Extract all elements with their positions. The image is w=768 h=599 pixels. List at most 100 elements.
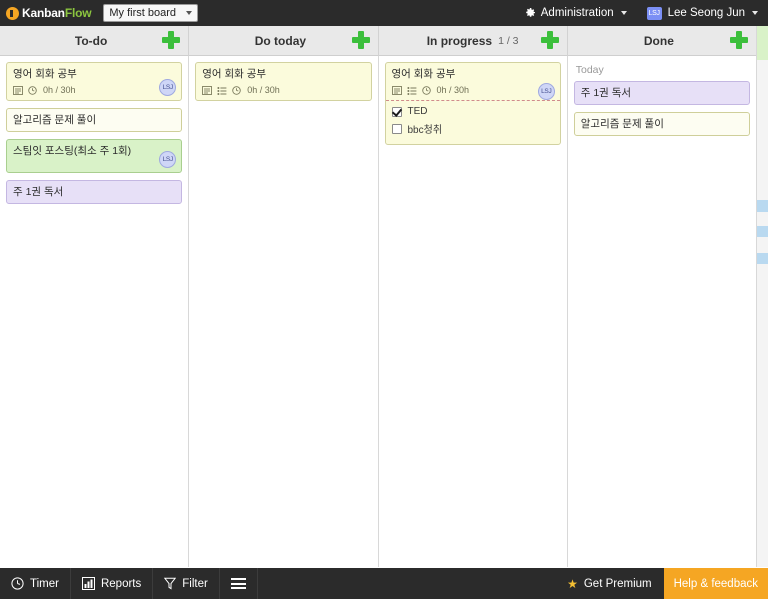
- minimap-segment: [757, 60, 768, 200]
- minimap-segment: [757, 212, 768, 226]
- card[interactable]: 영어 회화 공부 0h / 30h LSJ: [6, 62, 183, 101]
- reports-label: Reports: [100, 577, 142, 590]
- column-title: In progress: [426, 34, 493, 48]
- checkbox-checked-icon[interactable]: [391, 106, 402, 117]
- plus-icon[interactable]: [730, 31, 748, 49]
- help-feedback-label: Help & feedback: [673, 577, 758, 590]
- reports-button[interactable]: Reports: [71, 568, 154, 599]
- get-premium-button[interactable]: ★ Get Premium: [555, 568, 664, 599]
- card-time: 0h / 30h: [247, 85, 280, 95]
- plus-icon[interactable]: [351, 31, 370, 49]
- card-title: 스팀잇 포스팅(최소 주 1회): [13, 145, 132, 157]
- timer-label: Timer: [30, 577, 59, 590]
- subtask-list-icon: [217, 86, 227, 95]
- minimap-segment: [757, 26, 768, 60]
- avatar: LSJ: [537, 83, 555, 100]
- card-time: 0h / 30h: [43, 85, 76, 95]
- avatar: LSJ: [646, 6, 662, 20]
- column-do-today[interactable]: 영어 회화 공부 0h / 30h: [189, 56, 379, 567]
- funnel-icon: [164, 577, 177, 590]
- minimap-segment: [757, 226, 768, 237]
- filter-label: Filter: [182, 577, 208, 590]
- board-columns: 영어 회화 공부 0h / 30h LSJ 알고리즘 문제 풀이 스팀잇 포스팅…: [0, 56, 756, 567]
- description-icon: [13, 85, 23, 95]
- help-feedback-button[interactable]: Help & feedback: [663, 568, 768, 599]
- card[interactable]: 주 1권 독서: [573, 81, 750, 105]
- column-done[interactable]: Today 주 1권 독서 알고리즘 문제 풀이: [568, 56, 756, 567]
- column-header-todo: To-do: [0, 26, 190, 56]
- card-title: 알고리즘 문제 풀이: [580, 118, 664, 130]
- subtask-list-icon: [406, 86, 417, 95]
- column-title: To-do: [74, 34, 108, 48]
- column-header-do-today: Do today: [189, 26, 379, 56]
- card[interactable]: 스팀잇 포스팅(최소 주 1회) LSJ: [6, 139, 183, 173]
- subtask-label: TED: [407, 106, 428, 117]
- top-bar: KanbanFlow My first board Administration…: [0, 0, 768, 26]
- swimlane-label-today: Today: [575, 64, 604, 76]
- card[interactable]: 영어 회화 공부 0h / 30h: [195, 62, 372, 101]
- column-in-progress[interactable]: 영어 회화 공부 0h / 30h LSJ TED bbc청취: [379, 56, 568, 567]
- card-time: 0h / 30h: [436, 85, 470, 95]
- star-icon: ★: [567, 576, 578, 591]
- card-title: 주 1권 독서: [580, 87, 632, 99]
- card-meta: 0h / 30h: [202, 84, 364, 96]
- chevron-down-icon: [185, 11, 192, 15]
- chevron-down-icon: [620, 11, 627, 15]
- kanbanflow-app: KanbanFlow My first board Administration…: [0, 0, 768, 599]
- column-title: Done: [643, 34, 674, 48]
- board-selector[interactable]: My first board: [103, 4, 198, 22]
- card[interactable]: 알고리즘 문제 풀이: [6, 108, 183, 132]
- subtask-label: bbc청취: [407, 125, 443, 136]
- card-meta: 0h / 30h: [391, 84, 554, 96]
- card-title: 주 1권 독서: [13, 186, 64, 198]
- app-logo[interactable]: KanbanFlow: [0, 0, 99, 26]
- checkbox-unchecked-icon[interactable]: [391, 123, 402, 134]
- logo-text-part1: Kanban: [22, 6, 65, 20]
- avatar: LSJ: [159, 151, 177, 168]
- user-name: Lee Seong Jun: [667, 7, 745, 19]
- plus-icon[interactable]: [162, 31, 181, 49]
- board-column-headers: To-do Do today In progress 1 / 3 Done: [0, 26, 756, 56]
- column-count: 1 / 3: [498, 35, 519, 47]
- column-header-done: Done: [568, 26, 756, 56]
- subtask-item[interactable]: TED: [391, 106, 554, 117]
- card-divider: [385, 100, 560, 101]
- gear-icon: [524, 7, 536, 19]
- minimap-segment: [757, 253, 768, 264]
- clock-icon: [28, 85, 37, 95]
- description-icon: [202, 85, 213, 95]
- minimap-segment: [757, 237, 768, 253]
- card[interactable]: 영어 회화 공부 0h / 30h LSJ: [384, 62, 561, 145]
- app-logo-text: KanbanFlow: [22, 6, 92, 20]
- column-header-in-progress: In progress 1 / 3: [379, 26, 568, 56]
- card[interactable]: 알고리즘 문제 풀이: [573, 112, 750, 136]
- timer-button[interactable]: Timer: [0, 568, 71, 599]
- card-title: 영어 회화 공부: [13, 68, 77, 80]
- card-meta: 0h / 30h: [13, 84, 175, 96]
- board-minimap-scrollbar[interactable]: [756, 26, 768, 567]
- card[interactable]: 주 1권 독서: [6, 180, 183, 204]
- subtask-item[interactable]: bbc청취: [391, 121, 554, 136]
- description-icon: [391, 85, 402, 95]
- administration-menu[interactable]: Administration: [514, 0, 637, 26]
- chart-icon: [81, 577, 95, 590]
- filter-button[interactable]: Filter: [153, 568, 220, 599]
- minimap-segment: [757, 200, 768, 212]
- clock-icon: [421, 85, 431, 95]
- board-name: My first board: [109, 7, 176, 19]
- card-title: 영어 회화 공부: [202, 68, 267, 80]
- menu-button[interactable]: [220, 568, 258, 599]
- clock-icon: [11, 577, 24, 590]
- hamburger-icon: [230, 578, 246, 589]
- user-menu[interactable]: LSJ Lee Seong Jun: [637, 0, 768, 26]
- kanbanflow-logo-icon: [6, 6, 19, 20]
- card-title: 알고리즘 문제 풀이: [13, 114, 97, 126]
- logo-text-part2: Flow: [64, 6, 92, 20]
- bottom-bar: Timer Reports Filter ★ Get Premium Help …: [0, 568, 768, 599]
- administration-label: Administration: [540, 7, 614, 19]
- column-todo[interactable]: 영어 회화 공부 0h / 30h LSJ 알고리즘 문제 풀이 스팀잇 포스팅…: [0, 56, 190, 567]
- get-premium-label: Get Premium: [583, 577, 652, 590]
- column-title: Do today: [254, 34, 307, 48]
- plus-icon[interactable]: [540, 31, 559, 49]
- card-title: 영어 회화 공부: [391, 68, 456, 80]
